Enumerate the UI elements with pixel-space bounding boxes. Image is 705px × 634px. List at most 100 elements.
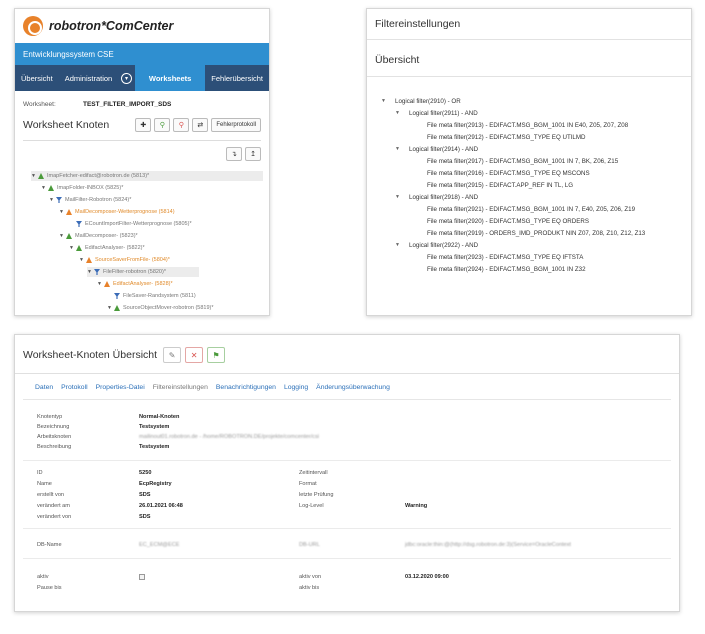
tab-protocol[interactable]: Protokoll: [61, 384, 87, 391]
filter-item[interactable]: ▼ Logical filter(2914) - AND: [395, 143, 478, 155]
tab-logging[interactable]: Logging: [284, 384, 308, 391]
overview-title: Worksheet-Knoten Übersicht: [23, 349, 158, 361]
expand-icon[interactable]: ↥: [245, 147, 261, 161]
field-label: aktiv: [37, 574, 49, 580]
mail-icon: [76, 245, 82, 251]
mail-icon: [38, 173, 44, 179]
tree-node[interactable]: ▼ MailDecomposer-Wetterprognose (5814): [59, 207, 175, 217]
field-value: Normal-Knoten: [139, 414, 180, 420]
filter-item[interactable]: ▼ Logical filter(2910) - OR: [381, 95, 461, 107]
filter-settings-panel: Filtereinstellungen Übersicht ▼ Logical f…: [366, 8, 692, 316]
field-label: aktiv von: [299, 574, 322, 580]
filter-item[interactable]: File meta filter(2913) - EDIFACT.MSG_BGM…: [427, 119, 628, 131]
filter-item[interactable]: ▼ Logical filter(2918) - AND: [395, 191, 478, 203]
tree-node[interactable]: ▼ EdifactAnalyser- (5828)*: [97, 279, 173, 289]
nav-administration[interactable]: Administration: [59, 65, 119, 91]
field-value: Testsystem: [139, 444, 170, 450]
pin-icon[interactable]: ⚲: [154, 118, 171, 132]
chevron-down-icon[interactable]: ▾: [121, 72, 132, 84]
field-value: SDS: [139, 492, 151, 498]
field-label: Pause bis: [37, 585, 62, 591]
tree-node[interactable]: ▼ ImapFetcher-edifact@robotron.de (5813)*: [31, 171, 263, 181]
caret-down-icon: ▼: [31, 173, 36, 179]
caret-down-icon: ▼: [395, 194, 400, 200]
filter-item[interactable]: File meta filter(2921) - EDIFACT.MSG_BGM…: [427, 203, 635, 215]
field-value: Warning: [405, 503, 428, 509]
add-node-icon[interactable]: ✚: [135, 118, 152, 132]
tab-bar: Daten Protokoll Properties-Datei Filtere…: [15, 374, 679, 391]
active-checkbox[interactable]: [139, 574, 145, 580]
nav-error-overview[interactable]: Fehlerübersicht: [205, 65, 269, 91]
divider: [23, 460, 671, 461]
tab-filter-settings[interactable]: Filtereinstellungen: [153, 384, 208, 391]
system-bar: Entwicklungssystem CSE: [15, 43, 269, 65]
swap-icon[interactable]: ⇄: [192, 118, 209, 132]
worksheet-panel: robotron*ComCenter Entwicklungssystem CS…: [14, 8, 270, 316]
field-value: jdbc:oracle:thin:@(http://dsg.robotron.d…: [405, 542, 571, 548]
mail-icon: [66, 209, 72, 215]
tree-node[interactable]: ▼ SourceObjectMover-robotron (5819)*: [107, 303, 214, 313]
caret-down-icon: ▼: [107, 305, 112, 311]
tree-node[interactable]: FileSaver-Randsystem (5811): [114, 291, 196, 301]
filter-item[interactable]: File meta filter(2924) - EDIFACT.MSG_BGM…: [427, 263, 586, 275]
caret-down-icon: ▼: [381, 98, 386, 104]
caret-down-icon: ▼: [97, 281, 102, 287]
field-label: Bezeichnung: [37, 424, 70, 430]
tree-node[interactable]: ECountImportFilter-Wetterprognose (5805)…: [76, 219, 192, 229]
tree-node[interactable]: ▼ MailFilter-Robotron (5824)*: [49, 195, 131, 205]
field-label: Zeitintervall: [299, 470, 328, 476]
filter-item[interactable]: File meta filter(2912) - EDIFACT.MSG_TYP…: [427, 131, 586, 143]
filter-item[interactable]: ▼ Logical filter(2922) - AND: [395, 239, 478, 251]
field-label: Format: [299, 481, 317, 487]
collapse-icon[interactable]: ↴: [226, 147, 242, 161]
tab-data[interactable]: Daten: [35, 384, 53, 391]
field-label: Name: [37, 481, 52, 487]
main-nav: Übersicht Administration ▾ Worksheets Fe…: [15, 65, 269, 91]
filter-item[interactable]: File meta filter(2920) - EDIFACT.MSG_TYP…: [427, 215, 589, 227]
filter-icon: [76, 221, 82, 227]
filter-item[interactable]: File meta filter(2923) - EDIFACT.MSG_TYP…: [427, 251, 583, 263]
close-icon[interactable]: ✕: [185, 347, 204, 363]
field-label: Arbeitsknoten: [37, 434, 72, 440]
field-value: 26.01.2021 06:48: [139, 503, 183, 509]
field-value: 5250: [139, 470, 152, 476]
worksheet-nodes-header: Worksheet Knoten ✚ ⚲ ⚲ ⇄ Fehlerprotokoll: [15, 108, 269, 132]
caret-down-icon: ▼: [59, 233, 64, 239]
divider: [23, 528, 671, 529]
error-log-button[interactable]: Fehlerprotokoll: [211, 118, 261, 132]
field-label: Knotentyp: [37, 414, 63, 420]
divider: [23, 558, 671, 559]
tab-notifications[interactable]: Benachrichtigungen: [216, 384, 276, 391]
pin-red-icon[interactable]: ⚲: [173, 118, 190, 132]
pin-icon[interactable]: ⚑: [207, 347, 226, 363]
tab-properties[interactable]: Properties-Datei: [96, 384, 145, 391]
nav-overview[interactable]: Übersicht: [15, 65, 59, 91]
tab-change-monitoring[interactable]: Änderungsüberwachung: [316, 384, 390, 391]
nav-worksheets[interactable]: Worksheets: [134, 65, 206, 91]
filter-item[interactable]: File meta filter(2917) - EDIFACT.MSG_BGM…: [427, 155, 618, 167]
tree-node[interactable]: ▼ FileFilter-robotron (5820)*: [87, 267, 199, 277]
filter-item[interactable]: ▼ Logical filter(2911) - AND: [395, 107, 478, 119]
worksheet-info: Worksheet: TEST_FILTER_IMPORT_SDS: [15, 91, 269, 108]
robotron-logo-icon: [23, 16, 43, 36]
tree-node[interactable]: ▼ ImapFolder-INBOX (5825)*: [41, 183, 123, 193]
filter-item[interactable]: File meta filter(2915) - EDIFACT.APP_REF…: [427, 179, 573, 191]
tree-node[interactable]: ▼ MailDecomposer- (5823)*: [59, 231, 138, 241]
filter-icon: [56, 197, 62, 203]
mail-icon: [114, 305, 120, 311]
field-label: Log-Level: [299, 503, 324, 509]
field-value: SDS: [139, 514, 151, 520]
caret-down-icon: ▼: [395, 242, 400, 248]
mail-icon: [104, 281, 110, 287]
tree-node[interactable]: ▼ SourceSaverFromFile- (5804)*: [79, 255, 170, 265]
filter-icon: [94, 269, 100, 275]
field-label: Beschreibung: [37, 444, 72, 450]
worksheet-label: Worksheet:: [23, 101, 56, 108]
field-label: aktiv bis: [299, 585, 320, 591]
field-label: letzte Prüfung: [299, 492, 334, 498]
field-label: erstellt von: [37, 492, 65, 498]
filter-item[interactable]: File meta filter(2916) - EDIFACT.MSG_TYP…: [427, 167, 590, 179]
edit-icon[interactable]: ✎: [163, 347, 182, 363]
filter-item[interactable]: File meta filter(2919) - ORDERS_IMD_PROD…: [427, 227, 645, 239]
tree-node[interactable]: ▼ EdifactAnalyser- (5822)*: [69, 243, 145, 253]
